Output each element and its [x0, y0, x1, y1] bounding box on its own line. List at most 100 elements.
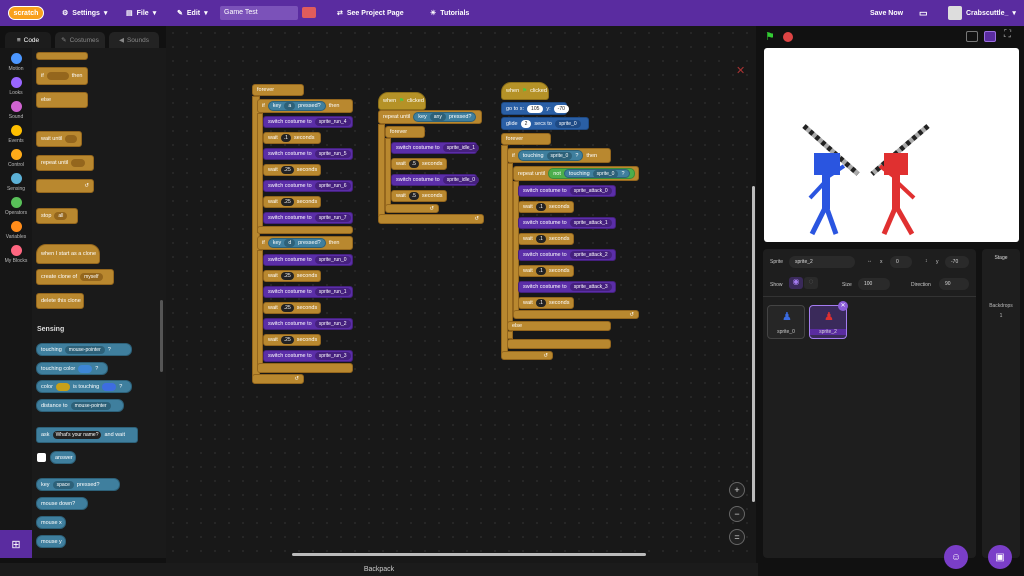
add-sprite-button[interactable]: ☺ [944, 545, 968, 569]
stage-canvas[interactable] [764, 48, 1019, 242]
tab-code[interactable]: ≡ Code [5, 32, 51, 48]
file-menu[interactable]: ▤ File ▾ [126, 0, 156, 26]
if-else-block[interactable]: if touching sprite_0? then [507, 148, 611, 163]
code-workspace[interactable]: ✕ forever if key a pressed? then switch cost… [166, 26, 756, 563]
switch-costume-block[interactable]: switch costume to sprite_attack_2 [518, 249, 616, 261]
tab-sounds[interactable]: ◀ Sounds [109, 32, 159, 48]
category-sound[interactable]: Sound [0, 101, 32, 120]
wait-block[interactable]: wait .1 seconds [518, 233, 574, 245]
when-flag-clicked[interactable]: when ⚑ clicked [501, 82, 549, 100]
switch-costume-block[interactable]: switch costume to sprite_attack_1 [518, 217, 616, 229]
switch-costume-block[interactable]: switch costume to sprite_attack_3 [518, 281, 616, 293]
switch-costume-block[interactable]: switch costume to sprite_idle_0 [391, 174, 480, 186]
green-flag-icon[interactable]: ⚑ [765, 30, 775, 43]
wait-block[interactable]: wait .5 seconds [391, 158, 447, 170]
wait-block[interactable]: wait .1 seconds [263, 132, 321, 144]
project-title-input[interactable]: Game Test [220, 6, 298, 20]
size-input[interactable]: 100 [858, 278, 890, 290]
palette-touching-color[interactable]: touching color? [36, 362, 108, 375]
wait-block[interactable]: wait .25 seconds [263, 270, 321, 282]
zoom-out-button[interactable]: − [729, 506, 745, 522]
y-input[interactable]: -70 [945, 256, 969, 268]
palette-mouse-down[interactable]: mouse down? [36, 497, 88, 510]
repeat-until-block[interactable]: repeat until not touching sprite_0? [513, 166, 639, 181]
category-motion[interactable]: Motion [0, 53, 32, 72]
if-block[interactable]: if key a pressed? then [257, 99, 353, 113]
category-operators[interactable]: Operators [0, 197, 32, 216]
palette-else-block[interactable]: else [36, 92, 88, 108]
palette-key-pressed[interactable]: key space pressed? [36, 478, 120, 491]
wait-block[interactable]: wait .25 seconds [263, 334, 321, 346]
palette-if-block[interactable]: if then [36, 67, 88, 85]
switch-costume-block[interactable]: switch costume to sprite_idle_1 [391, 142, 480, 154]
tab-costumes[interactable]: ✎ Costumes [55, 32, 105, 48]
wait-block[interactable]: wait .1 seconds [518, 297, 574, 309]
direction-input[interactable]: 90 [939, 278, 969, 290]
glide-block[interactable]: glide 2 secs to sprite_0 [501, 117, 589, 130]
category-control[interactable]: Control [0, 149, 32, 168]
if-block[interactable]: if key d pressed? then [257, 236, 353, 250]
vertical-scrollbar[interactable] [752, 186, 755, 502]
switch-costume-block[interactable]: switch costume to sprite_run_6 [263, 180, 353, 192]
forever-block[interactable]: forever [385, 126, 425, 138]
wait-block[interactable]: wait .1 seconds [518, 201, 574, 213]
settings-menu[interactable]: ⚙ Settings ▾ [62, 0, 107, 26]
palette-block-top[interactable] [36, 52, 88, 60]
palette-repeat-until[interactable]: repeat until [36, 155, 94, 171]
stage-selector[interactable]: Stage Backdrops 1 ▣ [982, 249, 1020, 569]
wait-block[interactable]: wait .25 seconds [263, 196, 321, 208]
color-swatch[interactable] [55, 382, 70, 391]
save-now-button[interactable]: Save Now [870, 0, 903, 26]
palette-mouse-x[interactable]: mouse x [36, 516, 66, 529]
go-to-xy-block[interactable]: go to x: 105 y: -70 [501, 102, 569, 115]
palette-mouse-y[interactable]: mouse y [36, 535, 66, 548]
sprite-name-input[interactable]: sprite_2 [789, 256, 855, 268]
switch-costume-block[interactable]: switch costume to sprite_run_1 [263, 286, 353, 298]
stop-icon[interactable] [783, 32, 793, 42]
wait-block[interactable]: wait .25 seconds [263, 302, 321, 314]
small-stage-icon[interactable] [966, 31, 978, 42]
category-my-blocks[interactable]: My Blocks [0, 245, 32, 264]
palette-distance-to[interactable]: distance to mouse-pointer [36, 399, 124, 412]
zoom-in-button[interactable]: + [729, 482, 745, 498]
switch-costume-block[interactable]: switch costume to sprite_run_4 [263, 116, 353, 128]
folder-icon[interactable]: ▭ [919, 0, 928, 26]
x-input[interactable]: 0 [890, 256, 912, 268]
show-visible-toggle[interactable]: ◉ [789, 277, 803, 289]
category-events[interactable]: Events [0, 125, 32, 144]
palette-touching[interactable]: touching mouse-pointer? [36, 343, 132, 356]
scratch-logo[interactable]: scratch [8, 6, 44, 20]
account-menu[interactable]: Crabscuttle_ ▾ [948, 0, 1016, 26]
wait-block[interactable]: wait .25 seconds [263, 164, 321, 176]
palette-scrollbar[interactable] [160, 300, 163, 372]
palette-answer[interactable]: answer [50, 451, 76, 464]
category-variables[interactable]: Variables [0, 221, 32, 240]
palette-ask[interactable]: ask What's your name? and wait [36, 427, 138, 443]
forever-block[interactable]: forever [501, 133, 551, 145]
wait-block[interactable]: wait .5 seconds [391, 190, 447, 202]
switch-costume-block[interactable]: switch costume to sprite_run_0 [263, 254, 353, 266]
switch-costume-block[interactable]: switch costume to sprite_run_2 [263, 318, 353, 330]
edit-menu[interactable]: ✎ Edit ▾ [177, 0, 208, 26]
tutorials-button[interactable]: ☀ Tutorials [430, 0, 469, 26]
category-looks[interactable]: Looks [0, 77, 32, 96]
palette-stop-block[interactable]: stop all [36, 208, 78, 224]
when-flag-clicked[interactable]: when ⚑ clicked [378, 92, 426, 110]
switch-costume-block[interactable]: switch costume to sprite_run_5 [263, 148, 353, 160]
category-sensing[interactable]: Sensing [0, 173, 32, 192]
sprite-thumb-0[interactable]: ♟ sprite_0 [767, 305, 805, 339]
large-stage-icon[interactable] [984, 31, 996, 42]
forever-block[interactable]: forever [252, 84, 304, 96]
answer-checkbox[interactable] [37, 453, 46, 462]
switch-costume-block[interactable]: switch costume to sprite_run_3 [263, 350, 353, 362]
repeat-until-block[interactable]: repeat until key any pressed? [378, 110, 482, 124]
project-options-button[interactable] [302, 7, 316, 18]
backpack-bar[interactable]: Backpack [0, 563, 758, 576]
color-swatch[interactable] [78, 364, 93, 373]
trash-icon[interactable]: ✕ [838, 301, 848, 311]
switch-costume-block[interactable]: switch costume to sprite_run_7 [263, 212, 353, 224]
palette-delete-clone[interactable]: delete this clone [36, 293, 84, 309]
palette-when-clone[interactable]: when I start as a clone [36, 244, 100, 264]
zoom-reset-button[interactable]: = [729, 529, 745, 545]
horizontal-scrollbar[interactable] [292, 553, 646, 556]
